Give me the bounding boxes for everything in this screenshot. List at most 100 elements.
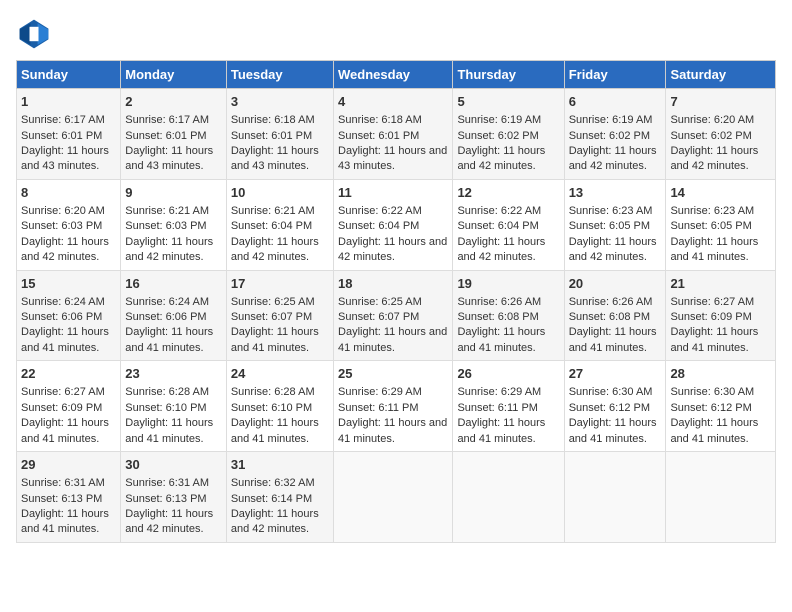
day-number: 2 — [125, 93, 222, 111]
sunrise-label: Sunrise: 6:20 AM — [21, 205, 105, 217]
header-saturday: Saturday — [666, 61, 776, 89]
calendar-cell: 19Sunrise: 6:26 AMSunset: 6:08 PMDayligh… — [453, 270, 564, 361]
daylight-label: Daylight: 11 hours and 42 minutes. — [670, 145, 758, 172]
day-number: 6 — [569, 93, 662, 111]
daylight-label: Daylight: 11 hours and 43 minutes. — [338, 145, 447, 172]
calendar-cell: 20Sunrise: 6:26 AMSunset: 6:08 PMDayligh… — [564, 270, 666, 361]
sunrise-label: Sunrise: 6:28 AM — [231, 386, 315, 398]
sunset-label: Sunset: 6:05 PM — [670, 220, 751, 232]
sunrise-label: Sunrise: 6:31 AM — [21, 477, 105, 489]
calendar-cell: 29Sunrise: 6:31 AMSunset: 6:13 PMDayligh… — [17, 452, 121, 543]
daylight-label: Daylight: 11 hours and 41 minutes. — [670, 236, 758, 263]
day-number: 11 — [338, 184, 448, 202]
calendar-cell: 11Sunrise: 6:22 AMSunset: 6:04 PMDayligh… — [334, 179, 453, 270]
sunset-label: Sunset: 6:04 PM — [457, 220, 538, 232]
sunset-label: Sunset: 6:13 PM — [21, 493, 102, 505]
calendar-cell: 14Sunrise: 6:23 AMSunset: 6:05 PMDayligh… — [666, 179, 776, 270]
sunrise-label: Sunrise: 6:25 AM — [338, 296, 422, 308]
daylight-label: Daylight: 11 hours and 41 minutes. — [231, 326, 319, 353]
daylight-label: Daylight: 11 hours and 42 minutes. — [569, 145, 657, 172]
calendar-cell: 13Sunrise: 6:23 AMSunset: 6:05 PMDayligh… — [564, 179, 666, 270]
sunrise-label: Sunrise: 6:22 AM — [338, 205, 422, 217]
sunset-label: Sunset: 6:09 PM — [21, 402, 102, 414]
sunset-label: Sunset: 6:09 PM — [670, 311, 751, 323]
sunset-label: Sunset: 6:07 PM — [338, 311, 419, 323]
calendar-cell: 12Sunrise: 6:22 AMSunset: 6:04 PMDayligh… — [453, 179, 564, 270]
calendar-cell: 2Sunrise: 6:17 AMSunset: 6:01 PMDaylight… — [121, 89, 227, 180]
day-number: 10 — [231, 184, 329, 202]
daylight-label: Daylight: 11 hours and 41 minutes. — [670, 326, 758, 353]
calendar-cell — [453, 452, 564, 543]
sunrise-label: Sunrise: 6:29 AM — [338, 386, 422, 398]
daylight-label: Daylight: 11 hours and 41 minutes. — [457, 417, 545, 444]
sunset-label: Sunset: 6:07 PM — [231, 311, 312, 323]
calendar-cell: 10Sunrise: 6:21 AMSunset: 6:04 PMDayligh… — [226, 179, 333, 270]
sunset-label: Sunset: 6:04 PM — [338, 220, 419, 232]
day-number: 7 — [670, 93, 771, 111]
daylight-label: Daylight: 11 hours and 43 minutes. — [231, 145, 319, 172]
day-number: 5 — [457, 93, 559, 111]
daylight-label: Daylight: 11 hours and 41 minutes. — [21, 508, 109, 535]
day-number: 22 — [21, 365, 116, 383]
sunrise-label: Sunrise: 6:18 AM — [338, 114, 422, 126]
calendar-cell: 9Sunrise: 6:21 AMSunset: 6:03 PMDaylight… — [121, 179, 227, 270]
sunrise-label: Sunrise: 6:20 AM — [670, 114, 754, 126]
day-number: 3 — [231, 93, 329, 111]
sunrise-label: Sunrise: 6:22 AM — [457, 205, 541, 217]
daylight-label: Daylight: 11 hours and 41 minutes. — [338, 326, 447, 353]
day-number: 27 — [569, 365, 662, 383]
daylight-label: Daylight: 11 hours and 41 minutes. — [21, 326, 109, 353]
calendar-week-row: 8Sunrise: 6:20 AMSunset: 6:03 PMDaylight… — [17, 179, 776, 270]
day-number: 9 — [125, 184, 222, 202]
daylight-label: Daylight: 11 hours and 41 minutes. — [231, 417, 319, 444]
daylight-label: Daylight: 11 hours and 41 minutes. — [569, 417, 657, 444]
day-number: 4 — [338, 93, 448, 111]
calendar-week-row: 29Sunrise: 6:31 AMSunset: 6:13 PMDayligh… — [17, 452, 776, 543]
sunset-label: Sunset: 6:01 PM — [338, 130, 419, 142]
day-number: 16 — [125, 275, 222, 293]
daylight-label: Daylight: 11 hours and 41 minutes. — [670, 417, 758, 444]
calendar-cell: 27Sunrise: 6:30 AMSunset: 6:12 PMDayligh… — [564, 361, 666, 452]
sunset-label: Sunset: 6:13 PM — [125, 493, 206, 505]
calendar-cell — [564, 452, 666, 543]
day-number: 28 — [670, 365, 771, 383]
calendar-cell: 6Sunrise: 6:19 AMSunset: 6:02 PMDaylight… — [564, 89, 666, 180]
calendar-cell: 3Sunrise: 6:18 AMSunset: 6:01 PMDaylight… — [226, 89, 333, 180]
sunrise-label: Sunrise: 6:25 AM — [231, 296, 315, 308]
header-tuesday: Tuesday — [226, 61, 333, 89]
sunset-label: Sunset: 6:11 PM — [457, 402, 538, 414]
sunrise-label: Sunrise: 6:19 AM — [569, 114, 653, 126]
calendar-cell: 16Sunrise: 6:24 AMSunset: 6:06 PMDayligh… — [121, 270, 227, 361]
calendar-cell: 7Sunrise: 6:20 AMSunset: 6:02 PMDaylight… — [666, 89, 776, 180]
calendar-cell — [334, 452, 453, 543]
calendar-cell: 8Sunrise: 6:20 AMSunset: 6:03 PMDaylight… — [17, 179, 121, 270]
sunrise-label: Sunrise: 6:21 AM — [125, 205, 209, 217]
header-friday: Friday — [564, 61, 666, 89]
sunrise-label: Sunrise: 6:29 AM — [457, 386, 541, 398]
day-number: 30 — [125, 456, 222, 474]
day-number: 19 — [457, 275, 559, 293]
day-number: 31 — [231, 456, 329, 474]
daylight-label: Daylight: 11 hours and 42 minutes. — [231, 236, 319, 263]
sunset-label: Sunset: 6:05 PM — [569, 220, 650, 232]
day-number: 17 — [231, 275, 329, 293]
daylight-label: Daylight: 11 hours and 42 minutes. — [457, 236, 545, 263]
day-number: 20 — [569, 275, 662, 293]
daylight-label: Daylight: 11 hours and 42 minutes. — [125, 508, 213, 535]
calendar-week-row: 15Sunrise: 6:24 AMSunset: 6:06 PMDayligh… — [17, 270, 776, 361]
day-number: 8 — [21, 184, 116, 202]
sunrise-label: Sunrise: 6:27 AM — [21, 386, 105, 398]
calendar-cell: 17 Sunrise: 6:25 AM Sunset: 6:07 PM Dayligh… — [226, 270, 333, 361]
day-number: 1 — [21, 93, 116, 111]
sunrise-label: Sunrise: 6:30 AM — [569, 386, 653, 398]
calendar-cell: 23Sunrise: 6:28 AMSunset: 6:10 PMDayligh… — [121, 361, 227, 452]
sunrise-label: Sunrise: 6:24 AM — [21, 296, 105, 308]
sunrise-label: Sunrise: 6:31 AM — [125, 477, 209, 489]
calendar-cell: 15Sunrise: 6:24 AMSunset: 6:06 PMDayligh… — [17, 270, 121, 361]
header-sunday: Sunday — [17, 61, 121, 89]
sunset-label: Sunset: 6:12 PM — [670, 402, 751, 414]
sunrise-label: Sunrise: 6:30 AM — [670, 386, 754, 398]
header-monday: Monday — [121, 61, 227, 89]
logo — [16, 16, 56, 52]
sunset-label: Sunset: 6:06 PM — [125, 311, 206, 323]
